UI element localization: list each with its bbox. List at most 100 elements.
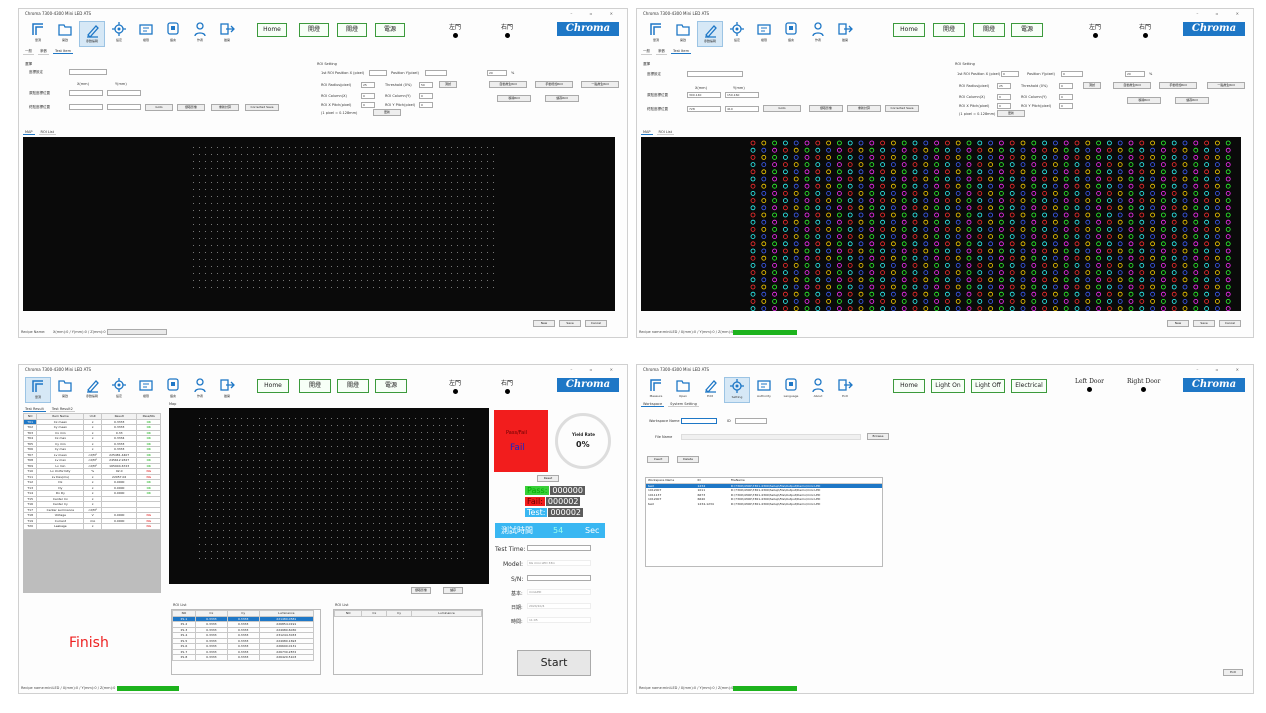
roi-col-pitch-field[interactable]: 0	[1059, 94, 1073, 100]
measure-map[interactable]	[169, 408, 489, 584]
toolbar-button-settings[interactable]: 設定	[106, 377, 132, 403]
roi-radius-field[interactable]: 25	[361, 82, 375, 88]
delete-roi-button[interactable]: 移除ROI	[1127, 97, 1161, 104]
toolbar-button-authority[interactable]: Authority	[751, 377, 777, 403]
toolbar-button-settings[interactable]: 設定	[106, 21, 132, 47]
ws-name-field[interactable]	[681, 418, 717, 424]
cancel-button[interactable]: Cancel	[1219, 320, 1241, 327]
light-on-button[interactable]: 開燈	[299, 23, 329, 37]
origin-y-field[interactable]	[107, 90, 141, 96]
window-controls[interactable]: – ▫ ✕	[1196, 11, 1247, 16]
toolbar-button-settings[interactable]: 設定	[724, 21, 750, 47]
save-roi-button[interactable]: 儲存ROI	[1175, 97, 1209, 104]
tab-param[interactable]: 參數	[38, 49, 49, 55]
roi2-header-col-0[interactable]: NO	[334, 610, 363, 617]
end-y-field[interactable]: 410	[725, 106, 759, 112]
roi-col-field[interactable]: 0	[997, 94, 1011, 100]
table-row[interactable]: test 1234-1234 D:\7300\4300\7361-4300\Setu…	[646, 502, 882, 507]
corrected-save-button[interactable]: Corrected Save	[885, 105, 919, 112]
home-button[interactable]: Home	[893, 23, 925, 37]
percent-field[interactable]: 20	[487, 70, 507, 76]
power-button[interactable]: 電源	[375, 23, 405, 37]
window-controls[interactable]: – ▫ ✕	[570, 367, 621, 372]
toolbar-button-about[interactable]: 作者	[805, 21, 831, 47]
redraw-button[interactable]: 重新計算	[211, 104, 239, 111]
model-field[interactable]: 6G mini LED 33in	[527, 560, 591, 566]
toolbar-button-measure[interactable]: Measure	[643, 377, 669, 403]
roi-threshold-field[interactable]: 0	[1059, 83, 1073, 89]
toolbar-button-measure[interactable]: 量測	[25, 377, 51, 403]
roi-threshold-field[interactable]: 50	[419, 82, 433, 88]
toolbar-button-measure[interactable]: 量測	[25, 21, 51, 47]
table-row[interactable]: T20 Leakage x NG	[23, 523, 161, 530]
toolbar-button-exit[interactable]: 離開	[832, 21, 858, 47]
origin-x-field[interactable]	[69, 90, 103, 96]
toolbar-button-language[interactable]: 語言	[160, 21, 186, 47]
toolbar-button-language[interactable]: Language	[778, 377, 804, 403]
light-on-button[interactable]: Light On	[931, 379, 965, 393]
cancel-button[interactable]: Cancel	[585, 320, 607, 327]
sn-field[interactable]	[527, 575, 591, 581]
light-on-button[interactable]: 開燈	[299, 379, 331, 393]
toolbar-button-about[interactable]: About	[805, 377, 831, 403]
tab-roi-list[interactable]: ROI List	[656, 130, 674, 135]
coord-select[interactable]	[687, 71, 743, 77]
delete-roi-button[interactable]: 移除ROI	[497, 95, 531, 102]
roi-pitch-x-field[interactable]: 0	[997, 103, 1011, 109]
tab-roi-list[interactable]: ROI List	[38, 130, 56, 135]
light-on-button[interactable]: 開燈	[933, 23, 965, 37]
roi-test-button[interactable]: 測試	[439, 81, 457, 88]
tab-general[interactable]: 一般	[23, 49, 34, 55]
toolbar-button-about[interactable]: 作者	[187, 377, 213, 403]
roi-first-x-field[interactable]	[369, 70, 387, 76]
percent-field[interactable]: 20	[1125, 71, 1145, 77]
auto-roi-button[interactable]: 自動產生ROI	[489, 81, 527, 88]
roi-first-y-field[interactable]: 0	[1061, 71, 1083, 77]
table-row[interactable]: P1-8 0.3333 0.3333 226420.5103	[172, 654, 315, 661]
one-roi-button[interactable]: 一點產生ROI	[581, 81, 619, 88]
roi2-header-col-3[interactable]: Luminance	[410, 610, 482, 617]
roi-radius-field[interactable]: 25	[997, 83, 1011, 89]
light-off-button[interactable]: Light Off	[971, 379, 1005, 393]
power-button[interactable]: 電源	[1011, 23, 1043, 37]
goto-button[interactable]: Goto	[145, 104, 173, 111]
roi2-header-col-1[interactable]: Cx	[361, 610, 388, 617]
toolbar-button-open-folder[interactable]: 開啟	[52, 377, 78, 403]
toolbar-button-open-folder[interactable]: Open	[670, 377, 696, 403]
toolbar-button-exit[interactable]: Exit	[832, 377, 858, 403]
save-button[interactable]: Save	[1193, 320, 1215, 327]
save-button[interactable]: Save	[559, 320, 581, 327]
tab-general[interactable]: 一般	[641, 49, 652, 55]
test-time-field[interactable]	[527, 545, 591, 551]
home-button[interactable]: Home	[893, 379, 925, 393]
roi-col-pitch-field[interactable]: 0	[419, 93, 433, 99]
manual-roi-button[interactable]: 手動增加ROI	[1159, 82, 1197, 89]
map-canvas[interactable]	[641, 137, 1241, 312]
window-controls[interactable]: – ▫ ✕	[1196, 367, 1247, 372]
capture-image-button[interactable]: 擷取影像	[411, 587, 431, 594]
capture-button[interactable]: 擷取影像	[809, 105, 843, 112]
roi-first-y-field[interactable]	[425, 70, 447, 76]
insert-button[interactable]: Insert	[647, 456, 669, 463]
id-field[interactable]	[735, 418, 767, 424]
roi-first-x-field[interactable]: 0	[1001, 71, 1019, 77]
tab-test-item[interactable]: Test Item	[53, 49, 73, 54]
toolbar-button-edit[interactable]: 參數編輯	[697, 21, 723, 47]
toolbar-button-authority[interactable]: 權限	[133, 21, 159, 47]
light-off-button[interactable]: 關燈	[337, 379, 369, 393]
new-button[interactable]: New	[1167, 320, 1189, 327]
roi-pitch-y-field[interactable]: 0	[419, 102, 433, 108]
origin-y-field[interactable]: 150.160	[725, 92, 759, 98]
coord-select[interactable]	[69, 69, 107, 75]
toolbar-button-edit[interactable]: 參數編輯	[79, 21, 105, 47]
roi2-header-col-2[interactable]: Cy	[386, 610, 412, 617]
toolbar-button-measure[interactable]: 量測	[643, 21, 669, 47]
start-button[interactable]: Start	[517, 650, 591, 676]
tab-test-result2[interactable]: Test Result2	[49, 407, 75, 412]
toolbar-button-edit[interactable]: 參數編輯	[79, 377, 105, 403]
end-y-field[interactable]	[107, 104, 141, 110]
home-button[interactable]: Home	[257, 379, 289, 393]
light-off-button[interactable]: 關燈	[337, 23, 367, 37]
roi-pitch-x-field[interactable]: 0	[361, 102, 375, 108]
tab-map[interactable]: MAP	[641, 130, 653, 135]
